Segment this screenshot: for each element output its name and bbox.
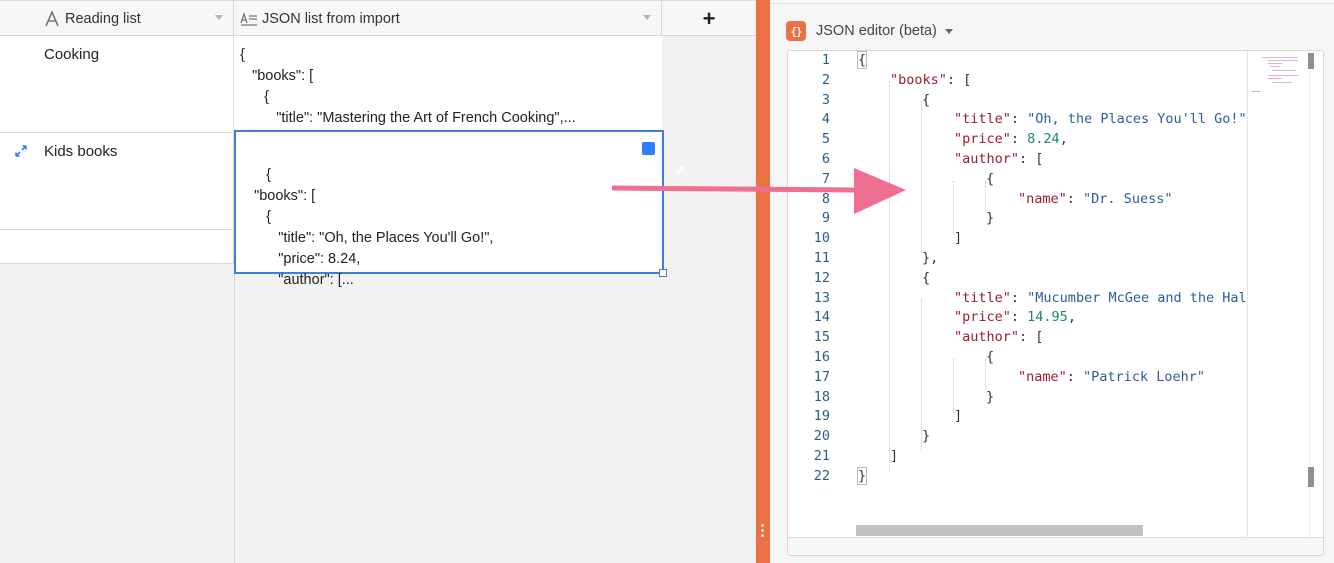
panel-title-dropdown[interactable]: {} JSON editor (beta) bbox=[786, 21, 953, 41]
json-braces-icon: {} bbox=[786, 21, 806, 41]
add-field-button[interactable]: + bbox=[662, 1, 756, 36]
column-header-reading-list[interactable]: Reading list bbox=[0, 1, 234, 36]
json-editor-panel: {} JSON editor (beta) 1 2 3 4 5 6 7 8 9 10 11 12 13 1… bbox=[770, 0, 1334, 563]
expand-cell-icon[interactable] bbox=[642, 142, 685, 175]
primary-cell[interactable]: Cooking bbox=[0, 36, 234, 132]
code-line: { bbox=[856, 51, 868, 69]
scrollbar-thumb[interactable] bbox=[1308, 53, 1314, 69]
line-number: 16 bbox=[813, 349, 830, 365]
text-field-icon bbox=[43, 10, 61, 28]
code-line: } bbox=[856, 467, 868, 485]
code-line: } bbox=[986, 210, 995, 226]
line-number: 15 bbox=[813, 329, 830, 345]
indent-guide bbox=[953, 181, 954, 235]
primary-cell[interactable] bbox=[0, 230, 234, 263]
line-number: 5 bbox=[821, 131, 830, 147]
chevron-down-icon[interactable] bbox=[215, 15, 223, 20]
line-number: 18 bbox=[813, 389, 830, 405]
app-root: Reading list JSON list from import + Coo… bbox=[0, 0, 1334, 563]
line-number: 12 bbox=[813, 270, 830, 286]
indent-guide bbox=[889, 81, 890, 471]
line-number-gutter: 1 2 3 4 5 6 7 8 9 10 11 12 13 14 15 16 17 18 19 20 21 22 bbox=[788, 51, 848, 537]
code-line: { bbox=[922, 92, 931, 108]
code-line: "title": "Mucumber McGee and the Half- bbox=[954, 290, 1247, 306]
code-line: "books": [ bbox=[890, 72, 972, 88]
primary-cell[interactable]: Kids books bbox=[0, 133, 234, 229]
code-line: "name": "Patrick Loehr" bbox=[1018, 369, 1205, 385]
grid-header: Reading list JSON list from import + bbox=[0, 0, 756, 36]
line-number: 11 bbox=[813, 250, 830, 266]
grid-view: Reading list JSON list from import + Coo… bbox=[0, 0, 756, 563]
code-line: ] bbox=[890, 448, 899, 464]
json-cell[interactable]: { "books": [ { "title": "Mastering the A… bbox=[234, 36, 662, 132]
code-line: } bbox=[922, 428, 931, 444]
code-line: "name": "Dr. Suess" bbox=[1018, 191, 1173, 207]
code-line: "author": [ bbox=[954, 329, 1044, 345]
chevron-down-icon[interactable] bbox=[944, 28, 953, 34]
column-header-json-list[interactable]: JSON list from import bbox=[234, 1, 662, 36]
line-number: 20 bbox=[813, 428, 830, 444]
indent-guide bbox=[921, 101, 922, 253]
record-name: Kids books bbox=[44, 143, 118, 160]
code-line: ] bbox=[954, 408, 963, 424]
panel-title: JSON editor (beta) bbox=[816, 23, 937, 39]
code-line: ] bbox=[954, 230, 963, 246]
code-line: { bbox=[922, 270, 931, 286]
panel-top-border bbox=[770, 0, 1334, 4]
code-minimap[interactable] bbox=[1247, 51, 1309, 537]
record-name: Cooking bbox=[44, 46, 100, 63]
code-line: }, bbox=[922, 250, 939, 266]
fill-handle[interactable] bbox=[659, 269, 667, 277]
code-line: { bbox=[986, 349, 995, 365]
line-number: 13 bbox=[813, 290, 830, 306]
code-area[interactable]: { "books": [ { "title": "Oh, the Places … bbox=[848, 51, 1247, 537]
expand-arrows-icon[interactable] bbox=[15, 145, 27, 157]
json-cell-text: { "books": [ { "title": "Oh, the Places … bbox=[254, 167, 494, 288]
line-number: 19 bbox=[813, 408, 830, 424]
line-number: 4 bbox=[821, 111, 830, 127]
plus-icon: + bbox=[702, 5, 716, 31]
editor-footer bbox=[788, 537, 1323, 555]
code-line: { bbox=[986, 171, 995, 187]
line-number: 1 bbox=[821, 52, 830, 68]
json-cell-selected[interactable]: { "books": [ { "title": "Oh, the Places … bbox=[234, 130, 685, 288]
line-number: 21 bbox=[813, 448, 830, 464]
code-line: "author": [ bbox=[954, 151, 1044, 167]
table-row[interactable]: Cooking { "books": [ { "title": "Masteri… bbox=[0, 36, 662, 133]
drag-handle-icon[interactable] bbox=[761, 524, 764, 538]
code-line: } bbox=[986, 389, 995, 405]
column-header-label: Reading list bbox=[65, 10, 141, 27]
chevron-down-icon[interactable] bbox=[643, 15, 651, 20]
line-number: 3 bbox=[821, 92, 830, 108]
column-divider bbox=[234, 264, 235, 563]
long-text-icon bbox=[240, 10, 258, 28]
line-number: 14 bbox=[813, 309, 830, 325]
line-number: 10 bbox=[813, 230, 830, 246]
line-number: 22 bbox=[813, 468, 830, 484]
scrollbar-marker[interactable] bbox=[1308, 467, 1314, 487]
annotation-arrow bbox=[611, 168, 906, 214]
line-number: 6 bbox=[821, 151, 830, 167]
code-line: "price": 8.24, bbox=[954, 131, 1068, 147]
column-header-label: JSON list from import bbox=[262, 10, 400, 27]
code-editor[interactable]: 1 2 3 4 5 6 7 8 9 10 11 12 13 14 15 16 17 18 19 20 21 22 { "b… bbox=[787, 50, 1324, 556]
vertical-scrollbar[interactable] bbox=[1309, 51, 1323, 537]
horizontal-scrollbar-thumb[interactable] bbox=[856, 525, 1143, 536]
code-line: "title": "Oh, the Places You'll Go!", bbox=[954, 111, 1247, 127]
indent-guide bbox=[953, 359, 954, 413]
panel-resize-divider[interactable] bbox=[756, 0, 770, 563]
code-line: "price": 14.95, bbox=[954, 309, 1076, 325]
line-number: 2 bbox=[821, 72, 830, 88]
line-number: 17 bbox=[813, 369, 830, 385]
